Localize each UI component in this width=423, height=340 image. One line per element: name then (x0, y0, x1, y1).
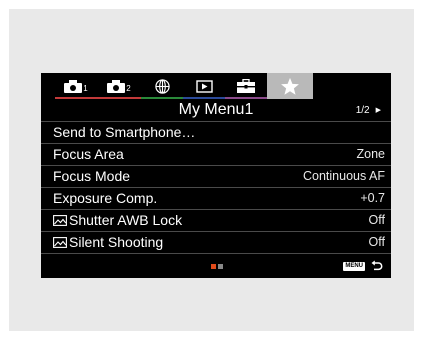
menu-item-focus-mode[interactable]: Focus Mode Continuous AF (41, 165, 391, 187)
photo-icon (53, 236, 67, 248)
menu-item-exposure-comp[interactable]: Exposure Comp. +0.7 (41, 187, 391, 209)
menu-button-badge: MENU (343, 262, 365, 271)
tab-playback[interactable] (183, 73, 225, 99)
page-dot-active (211, 264, 216, 269)
menu-item-shutter-awb-lock[interactable]: Shutter AWB Lock Off (41, 209, 391, 231)
tab-camera-settings-1[interactable]: 1 (55, 73, 97, 99)
menu-list: Send to Smartphone… Focus Area Zone Focu… (41, 121, 391, 254)
menu-header: My Menu1 1/2 ▶ (41, 99, 391, 121)
tab-setup[interactable] (225, 73, 267, 99)
menu-item-label-group: Silent Shooting (53, 232, 163, 252)
menu-item-label: Shutter AWB Lock (69, 212, 183, 228)
page-dots (211, 264, 223, 269)
tab-camera-settings-2[interactable]: 2 (97, 73, 141, 99)
camera-icon: 1 (64, 79, 88, 93)
menu-item-value: Off (368, 213, 385, 227)
menu-item-label: Exposure Comp. (53, 190, 158, 206)
menu-item-silent-shooting[interactable]: Silent Shooting Off (41, 231, 391, 254)
menu-item-label: Silent Shooting (69, 234, 164, 250)
tab-network[interactable] (141, 73, 183, 99)
menu-item-label: Focus Mode (53, 168, 131, 184)
menu-item-value: +0.7 (360, 191, 385, 205)
camera-icon: 2 (107, 79, 131, 93)
page-indicator: 1/2 ▶ (356, 105, 381, 116)
menu-item-value: Off (368, 235, 385, 249)
toolbox-icon (237, 79, 255, 93)
globe-icon (154, 78, 170, 94)
next-page-arrow-icon: ▶ (375, 107, 381, 114)
camera-menu-screen: 1 2 My Menu1 1/2 ▶ Send to Smartphone… F… (41, 73, 391, 278)
menu-footer: MENU (41, 256, 391, 278)
menu-item-focus-area[interactable]: Focus Area Zone (41, 143, 391, 165)
back-arrow-icon[interactable] (371, 260, 383, 272)
menu-item-label-group: Shutter AWB Lock (53, 210, 182, 230)
menu-item-label: Focus Area (53, 146, 124, 162)
tab-my-menu[interactable] (267, 73, 313, 99)
menu-item-value: Continuous AF (303, 169, 385, 183)
menu-item-value: Zone (356, 147, 386, 161)
playback-icon (195, 79, 213, 93)
tab-camera-1-number: 1 (83, 83, 88, 93)
page-dot-inactive (218, 264, 223, 269)
page-title: My Menu1 (178, 101, 254, 118)
menu-item-label: Send to Smartphone… (53, 124, 196, 140)
photo-icon (53, 214, 67, 226)
star-icon (281, 77, 299, 95)
menu-item-send-to-smartphone[interactable]: Send to Smartphone… (41, 121, 391, 143)
tab-camera-2-number: 2 (126, 83, 131, 93)
menu-tab-bar: 1 2 (41, 73, 391, 99)
page-number: 1/2 (355, 105, 370, 116)
